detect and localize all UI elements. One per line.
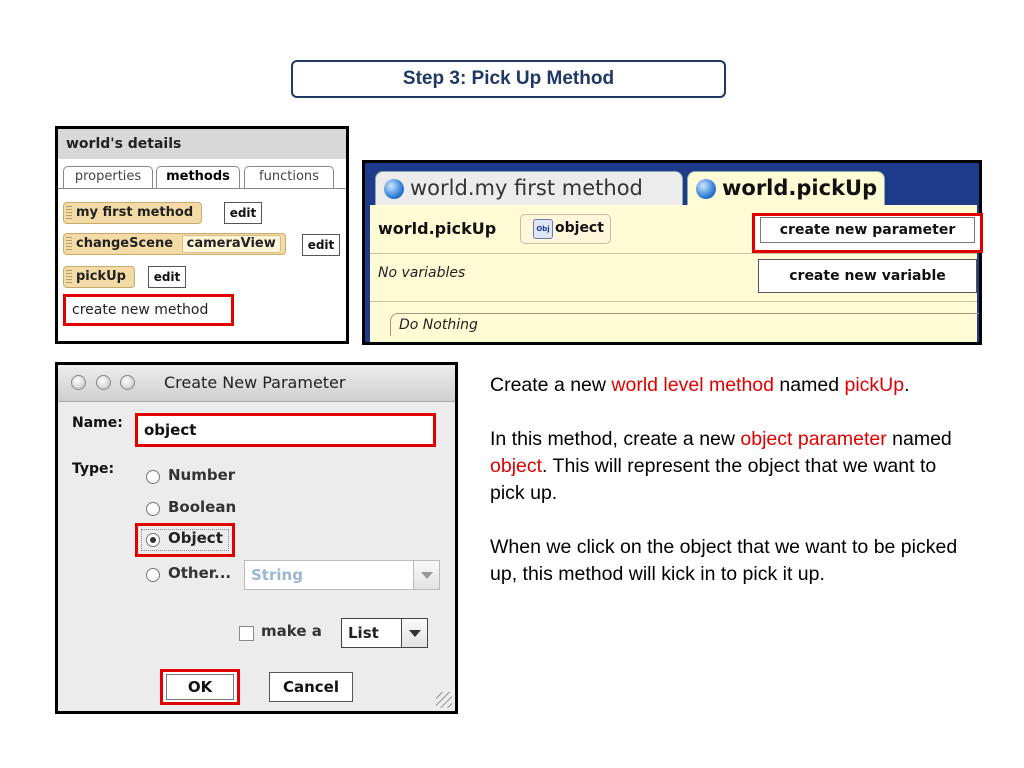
world-details-panel: world's details properties methods funct… xyxy=(55,126,349,344)
divider xyxy=(370,253,977,254)
text: Create a new xyxy=(490,374,612,396)
method-label: pickUp xyxy=(76,269,126,284)
create-new-parameter-button[interactable]: create new parameter xyxy=(752,213,983,253)
text: In this method, create a new xyxy=(490,428,741,450)
world-ball-icon xyxy=(696,179,716,199)
list-select-value: List xyxy=(348,624,379,642)
drag-grip-icon xyxy=(66,270,72,284)
editor-body: world.pickUp Obj object create new param… xyxy=(370,205,983,342)
object-type-icon: Obj xyxy=(533,219,553,239)
create-new-variable-button[interactable]: create new variable xyxy=(758,259,977,293)
tab-functions[interactable]: functions xyxy=(244,166,334,189)
other-type-value: String xyxy=(251,566,303,584)
method-label: changeScene xyxy=(76,236,174,251)
step-title: Step 3: Pick Up Method xyxy=(291,60,726,98)
drag-grip-icon xyxy=(66,237,72,251)
details-header: world's details xyxy=(58,129,346,159)
radio-other-label: Other... xyxy=(168,564,232,582)
name-label: Name: xyxy=(72,415,123,431)
radio-boolean-label: Boolean xyxy=(168,498,237,516)
radio-object-label: Object xyxy=(168,529,223,547)
make-a-list-checkbox[interactable] xyxy=(239,626,254,641)
chevron-down-icon[interactable] xyxy=(413,561,439,589)
highlight-text: object xyxy=(490,455,543,477)
cancel-button[interactable]: Cancel xyxy=(269,672,353,702)
minimize-icon[interactable] xyxy=(96,375,111,390)
create-parameter-dialog: Create New Parameter Name: object Type: … xyxy=(55,362,458,714)
world-ball-icon xyxy=(384,179,404,199)
make-a-label: make a xyxy=(261,622,322,640)
ok-button[interactable]: OK xyxy=(160,669,240,705)
resize-grip-icon[interactable] xyxy=(436,692,452,708)
highlight-text: world level method xyxy=(611,374,774,396)
instruction-paragraph-3: When we click on the object that we want… xyxy=(490,536,958,585)
method-label: my first method xyxy=(76,205,194,220)
tab-label: world.my first method xyxy=(410,176,643,200)
radio-number-label: Number xyxy=(168,466,236,484)
instruction-paragraph-1: Create a new world level method named pi… xyxy=(490,372,965,399)
method-param-camera-view: cameraView xyxy=(181,235,281,253)
create-new-parameter-label: create new parameter xyxy=(760,217,975,243)
method-pick-up[interactable]: pickUp xyxy=(63,266,135,288)
method-title: world.pickUp xyxy=(378,219,497,238)
tab-methods[interactable]: methods xyxy=(156,166,240,189)
radio-boolean[interactable] xyxy=(146,502,160,516)
radio-other[interactable] xyxy=(146,568,160,582)
parameter-object[interactable]: Obj object xyxy=(520,214,611,244)
zoom-icon[interactable] xyxy=(120,375,135,390)
highlight-text: object parameter xyxy=(740,428,887,450)
method-my-first-method[interactable]: my first method xyxy=(63,202,203,224)
instructions: Create a new world level method named pi… xyxy=(490,372,965,615)
edit-change-scene-button[interactable]: edit xyxy=(302,234,340,256)
edit-my-first-method-button[interactable]: edit xyxy=(224,202,262,224)
text: named xyxy=(886,428,952,450)
highlight-text: pickUp xyxy=(844,374,905,396)
tab-label: world.pickUp xyxy=(722,176,878,200)
text: . xyxy=(904,374,910,396)
divider xyxy=(370,301,977,302)
text: named xyxy=(774,374,845,396)
close-icon[interactable] xyxy=(71,375,86,390)
tab-world-pick-up[interactable]: world.pickUp xyxy=(687,171,885,205)
method-change-scene[interactable]: changeScene cameraView xyxy=(63,233,286,255)
instruction-paragraph-2: In this method, create a new object para… xyxy=(490,426,965,507)
parameter-name: object xyxy=(555,220,604,236)
ok-button-label: OK xyxy=(166,674,234,700)
tab-world-my-first-method[interactable]: world.my first method xyxy=(375,171,683,205)
name-input[interactable]: object xyxy=(135,413,436,447)
do-nothing-block[interactable]: Do Nothing xyxy=(390,313,979,336)
radio-object[interactable] xyxy=(146,533,160,547)
other-type-select[interactable]: String xyxy=(244,560,440,590)
create-new-method-button[interactable]: create new method xyxy=(63,294,234,326)
dialog-title: Create New Parameter xyxy=(164,373,346,392)
no-variables-text: No variables xyxy=(378,265,466,281)
text: . This will represent the object that we… xyxy=(490,455,937,504)
chevron-down-icon[interactable] xyxy=(401,619,427,647)
radio-number[interactable] xyxy=(146,470,160,484)
method-editor: world.my first method world.pickUp world… xyxy=(362,160,983,345)
drag-grip-icon xyxy=(66,206,72,220)
tab-properties[interactable]: properties xyxy=(63,166,153,189)
type-label: Type: xyxy=(72,461,115,477)
list-select[interactable]: List xyxy=(341,618,428,648)
dialog-titlebar[interactable]: Create New Parameter xyxy=(58,365,455,402)
tab-divider xyxy=(58,188,346,189)
edit-pick-up-button[interactable]: edit xyxy=(148,266,186,288)
